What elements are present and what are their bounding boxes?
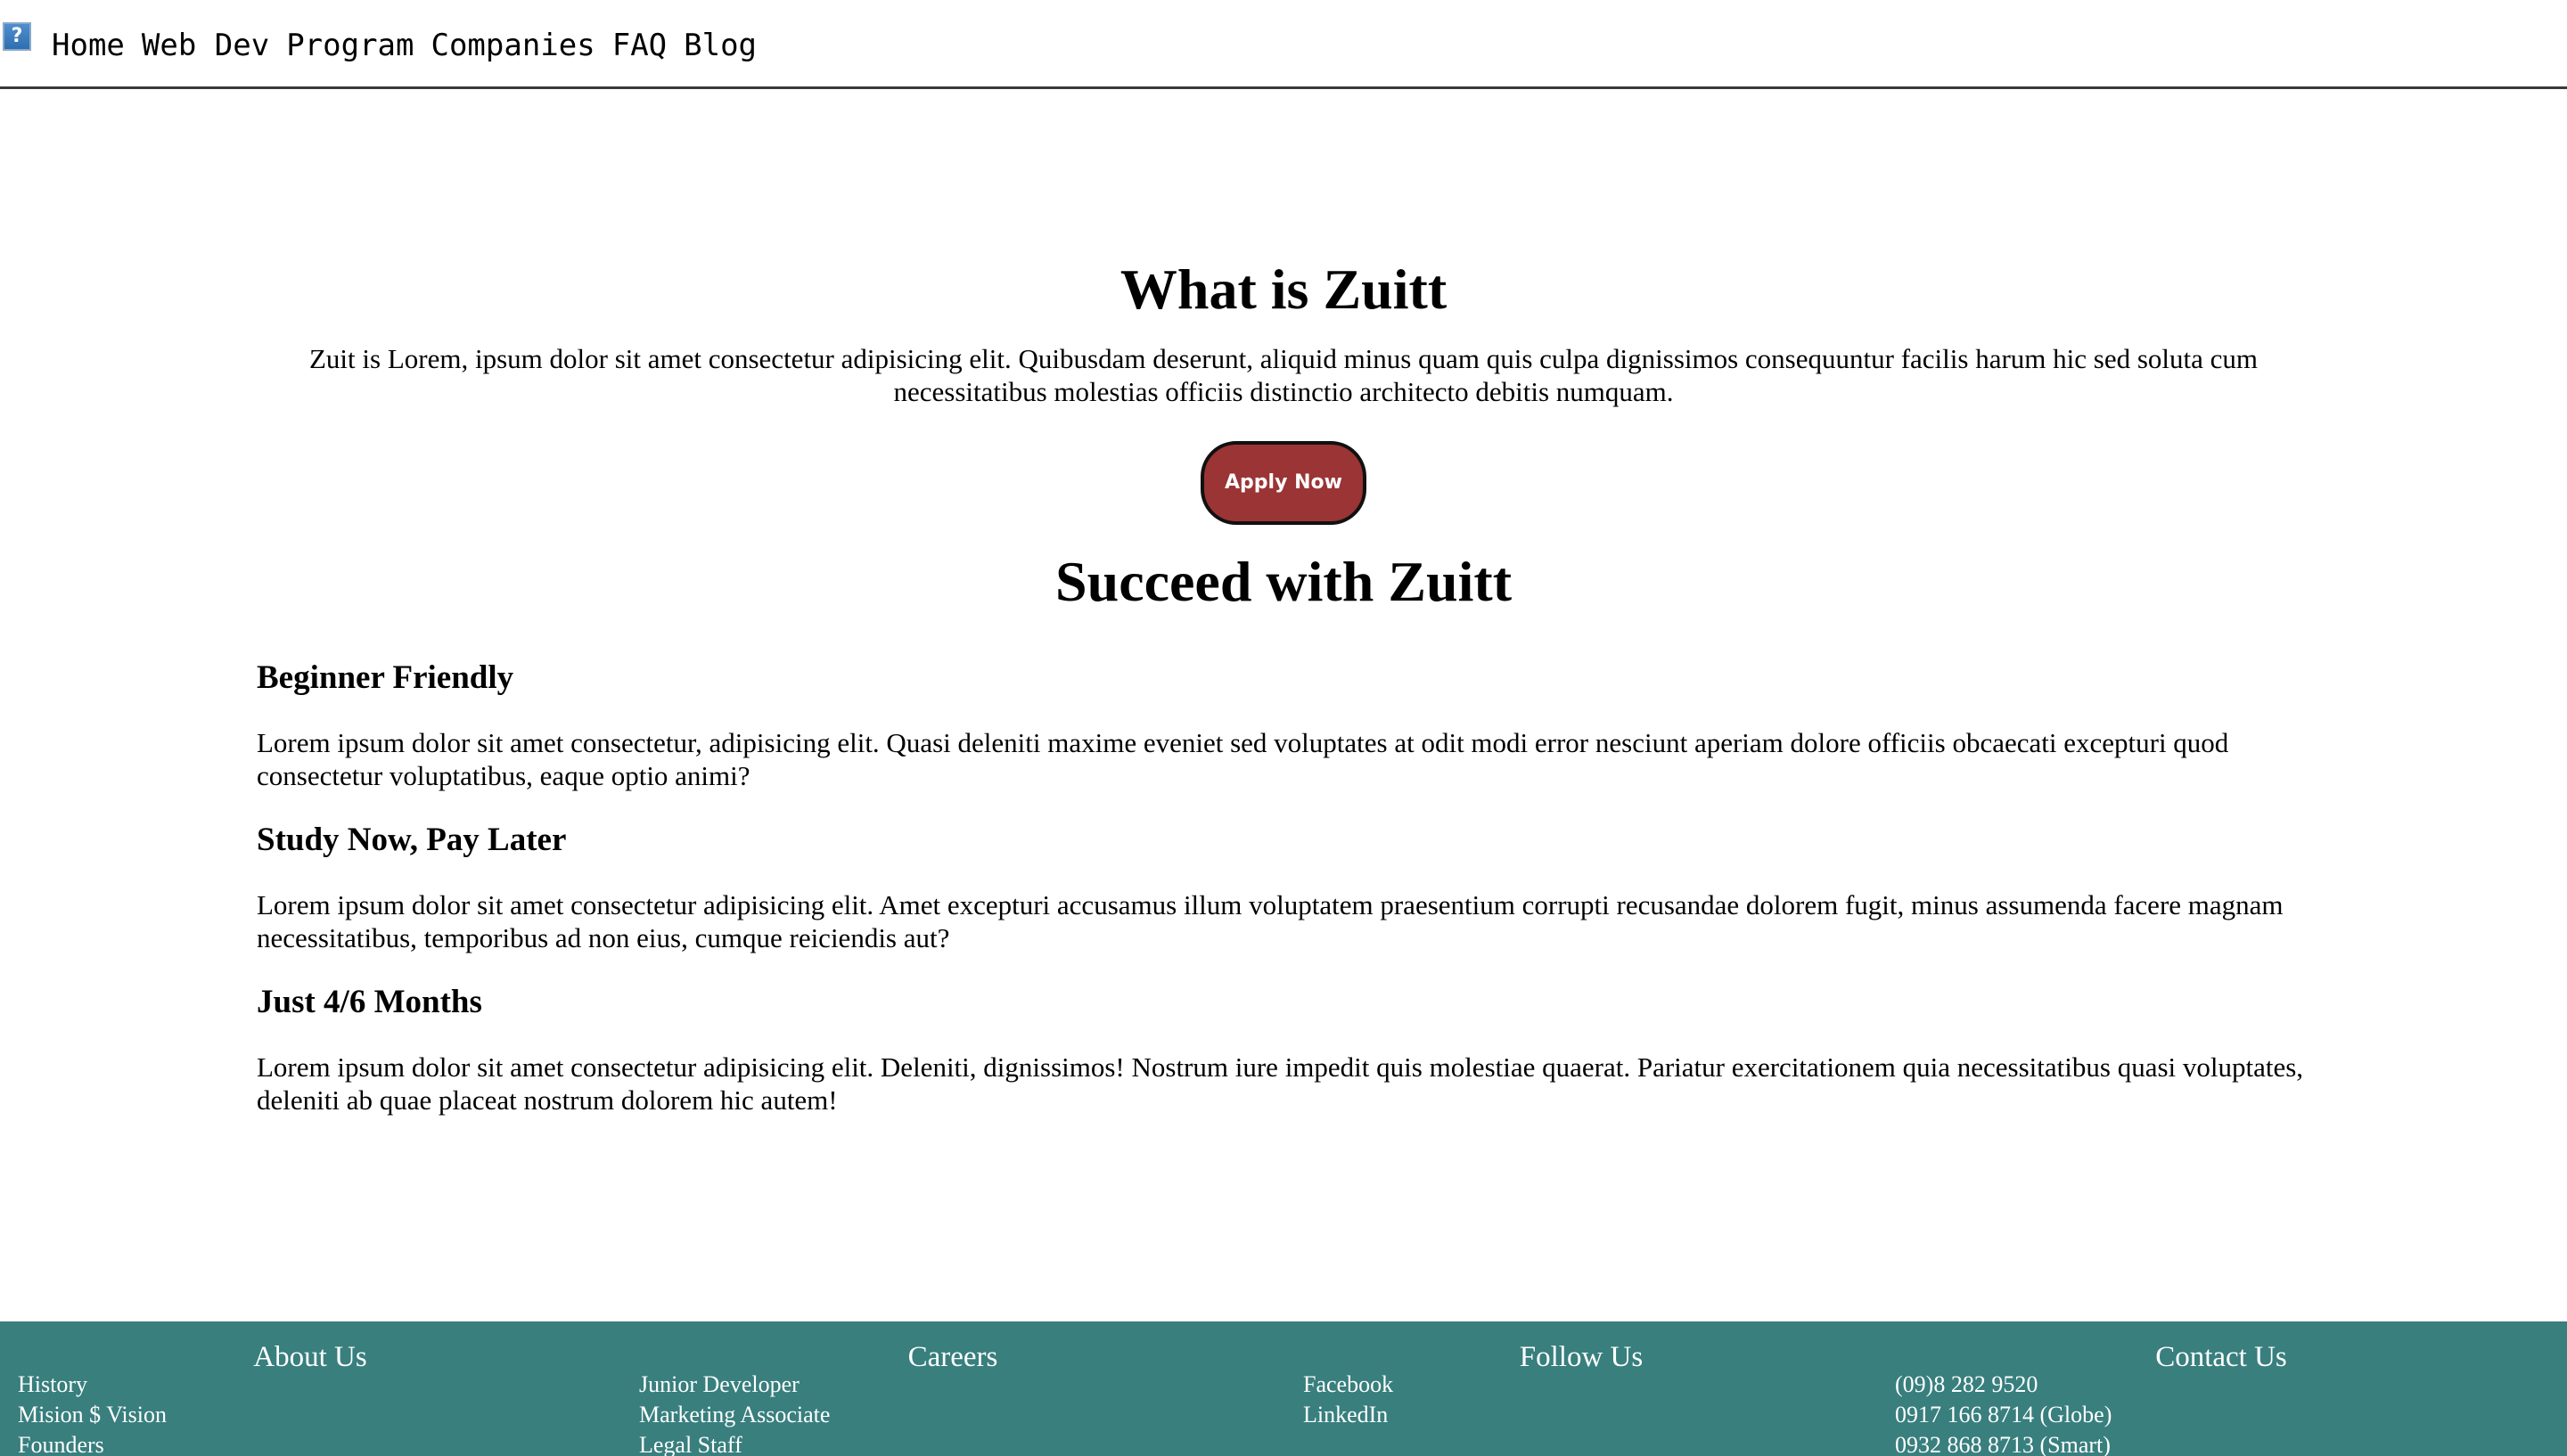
nav-link-home[interactable]: Home <box>52 25 125 66</box>
footer-link-mission-vision[interactable]: Mision $ Vision <box>18 1400 167 1430</box>
feature-text: Lorem ipsum dolor sit amet consectetur a… <box>257 889 2284 953</box>
broken-image-logo-icon[interactable]: ? <box>3 22 31 51</box>
footer-contact-heading: Contact Us <box>2155 1341 2287 1373</box>
nav-link-blog[interactable]: Blog <box>684 25 757 66</box>
feature-text: Lorem ipsum dolor sit amet consectetur, … <box>257 727 2229 791</box>
nav-links: Home Web Dev Program Companies FAQ Blog <box>52 25 757 66</box>
footer-link-founders[interactable]: Founders <box>18 1430 167 1456</box>
footer-link-facebook[interactable]: Facebook <box>1303 1370 1393 1400</box>
features-list: Beginner Friendly Lorem ipsum dolor sit … <box>257 657 2310 1117</box>
apply-now-button[interactable]: Apply Now <box>1201 441 1366 525</box>
footer-contact-landline[interactable]: (09)8 282 9520 <box>1895 1370 2112 1400</box>
intro-paragraph: Zuit is Lorem, ipsum dolor sit amet cons… <box>309 343 2258 407</box>
footer-contact-list: (09)8 282 9520 0917 166 8714 (Globe) 093… <box>1895 1370 2112 1456</box>
footer-about-list: History Mision $ Vision Founders <box>18 1370 167 1456</box>
footer-about-heading: About Us <box>253 1341 367 1373</box>
footer-careers-heading: Careers <box>907 1341 998 1373</box>
navbar: ? Home Web Dev Program Companies FAQ Blo… <box>0 0 2567 89</box>
feature-study-now-pay-later: Study Now, Pay Later Lorem ipsum dolor s… <box>257 819 2310 954</box>
feature-heading: Study Now, Pay Later <box>257 822 567 858</box>
footer-link-linkedin[interactable]: LinkedIn <box>1303 1400 1393 1430</box>
footer-contact-globe[interactable]: 0917 166 8714 (Globe) <box>1895 1400 2112 1430</box>
apply-button-wrapper: Apply Now <box>257 441 2310 525</box>
footer-follow-heading: Follow Us <box>1519 1341 1644 1373</box>
main-content: What is Zuitt Zuit is Lorem, ipsum dolor… <box>257 241 2310 1117</box>
footer-follow-list: Facebook LinkedIn <box>1303 1370 1393 1430</box>
footer-link-history[interactable]: History <box>18 1370 167 1400</box>
footer-contact-smart[interactable]: 0932 868 8713 (Smart) <box>1895 1430 2112 1456</box>
nav-link-program[interactable]: Program <box>286 25 414 66</box>
section-title: Succeed with Zuitt <box>1055 550 1512 613</box>
footer: About Us History Mision $ Vision Founder… <box>0 1321 2567 1456</box>
footer-link-legal-staff[interactable]: Legal Staff <box>639 1430 830 1456</box>
nav-link-faq[interactable]: FAQ <box>612 25 667 66</box>
feature-beginner-friendly: Beginner Friendly Lorem ipsum dolor sit … <box>257 657 2310 792</box>
feature-heading: Beginner Friendly <box>257 659 514 696</box>
nav-link-web-dev[interactable]: Web Dev <box>142 25 269 66</box>
nav-link-companies[interactable]: Companies <box>431 25 595 66</box>
page-title: What is Zuitt <box>1119 258 1448 321</box>
footer-careers-list: Junior Developer Marketing Associate Leg… <box>639 1370 830 1456</box>
footer-link-marketing-associate[interactable]: Marketing Associate <box>639 1400 830 1430</box>
feature-text: Lorem ipsum dolor sit amet consectetur a… <box>257 1051 2304 1116</box>
feature-heading: Just 4/6 Months <box>257 984 482 1020</box>
footer-link-junior-developer[interactable]: Junior Developer <box>639 1370 830 1400</box>
feature-just-4-6-months: Just 4/6 Months Lorem ipsum dolor sit am… <box>257 981 2310 1117</box>
